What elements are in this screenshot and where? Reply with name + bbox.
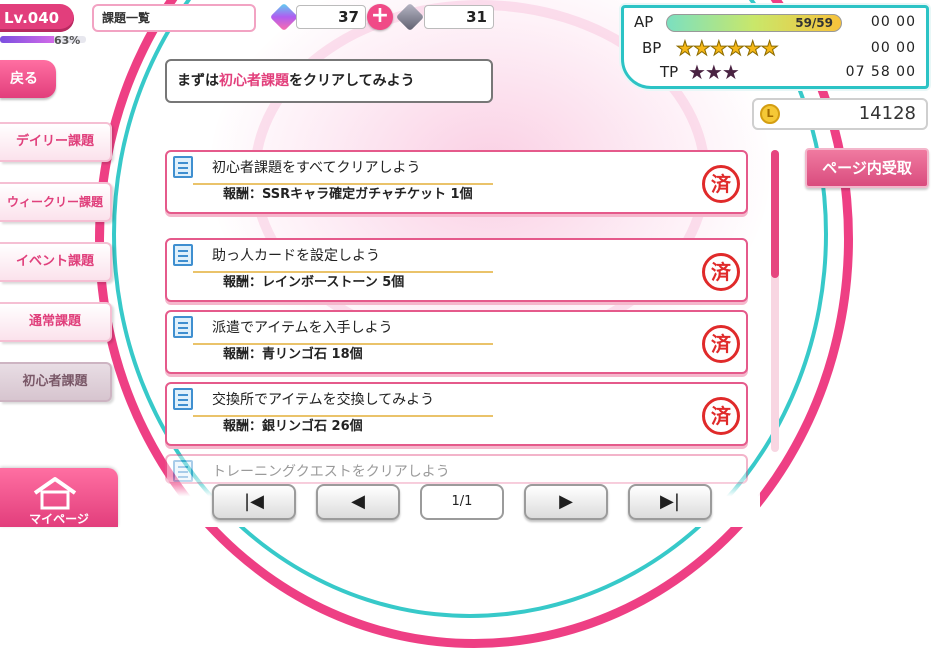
tab-normal[interactable]: 通常課題: [0, 302, 112, 342]
stamina-panel: AP 59/59 00 00 BP ★★★★★★ 00 00 TP ★★★ 07…: [621, 5, 929, 89]
document-icon: [173, 316, 193, 338]
tab-daily[interactable]: デイリー課題: [0, 122, 112, 162]
ap-recovery-time: 00 00: [870, 14, 916, 30]
house-icon: [33, 477, 77, 510]
completed-stamp-icon: 済: [702, 253, 740, 291]
screen-title: 課題一覧: [92, 4, 256, 32]
back-button[interactable]: 戻る: [0, 60, 56, 98]
scrollbar[interactable]: [771, 150, 779, 452]
mission-reward: 報酬：青リンゴ石 18個: [223, 347, 363, 362]
prev-page-button[interactable]: ◀: [316, 484, 400, 520]
divider: [193, 183, 493, 185]
bp-recovery-time: 00 00: [870, 40, 916, 56]
tp-recovery-time: 07 58 00: [845, 64, 916, 80]
mission-card[interactable]: 交換所でアイテムを交換してみよう 報酬：銀リンゴ石 26個 済: [165, 382, 748, 446]
ap-gauge: 59/59: [666, 14, 842, 32]
receive-all-button[interactable]: ページ内受取: [805, 148, 929, 188]
exp-bar-fill: [0, 36, 55, 43]
header-highlight: 初心者課題: [219, 73, 289, 89]
mission-title: 初心者課題をすべてクリアしよう: [212, 160, 421, 176]
document-icon: [173, 244, 193, 266]
tab-event[interactable]: イベント課題: [0, 242, 112, 282]
tp-stars: ★★★: [688, 60, 740, 84]
mission-title: 派遣でアイテムを入手しよう: [212, 320, 393, 336]
mission-card[interactable]: 助っ人カードを設定しよう 報酬：レインボーストーン 5個 済: [165, 238, 748, 302]
mission-title: 交換所でアイテムを交換してみよう: [212, 392, 435, 408]
gem-count: 37: [296, 5, 366, 29]
my-page-label: マイページ: [29, 512, 89, 526]
first-page-button[interactable]: |◀: [212, 484, 296, 520]
coin-counter: L 14128: [752, 98, 928, 130]
silver-gem-count: 31: [424, 5, 494, 29]
coin-icon: L: [760, 104, 780, 124]
completed-stamp-icon: 済: [702, 165, 740, 203]
mission-title: 助っ人カードを設定しよう: [212, 248, 380, 264]
my-page-button[interactable]: マイページ: [0, 468, 118, 527]
next-page-button[interactable]: ▶: [524, 484, 608, 520]
completed-stamp-icon: 済: [702, 397, 740, 435]
header-suffix: をクリアしてみよう: [289, 73, 415, 89]
exp-percent: 63%: [54, 34, 81, 47]
mission-reward: 報酬：銀リンゴ石 26個: [223, 419, 363, 434]
ap-label: AP: [634, 13, 654, 31]
divider: [193, 415, 493, 417]
coin-count: 14128: [858, 103, 916, 124]
document-icon: [173, 388, 193, 410]
divider: [193, 343, 493, 345]
document-icon: [173, 156, 193, 178]
scrollbar-thumb[interactable]: [771, 150, 779, 278]
tab-beginner[interactable]: 初心者課題: [0, 362, 112, 402]
mission-card[interactable]: 初心者課題をすべてクリアしよう 報酬：SSRキャラ確定ガチャチケット 1個 済: [165, 150, 748, 214]
bp-label: BP: [642, 39, 662, 57]
tab-weekly[interactable]: ウィークリー課題: [0, 182, 112, 222]
header-prefix: まずは: [177, 73, 219, 89]
mission-reward: 報酬：SSRキャラ確定ガチャチケット 1個: [223, 187, 473, 202]
level-badge: Lv.040: [0, 4, 74, 32]
mission-header: まずは初心者課題をクリアしてみよう: [165, 59, 493, 103]
tp-label: TP: [660, 63, 679, 81]
completed-stamp-icon: 済: [702, 325, 740, 363]
bp-stars: ★★★★★★: [676, 36, 780, 60]
last-page-button[interactable]: ▶|: [628, 484, 712, 520]
divider: [193, 271, 493, 273]
page-indicator: 1/1: [420, 484, 504, 520]
mission-card[interactable]: 派遣でアイテムを入手しよう 報酬：青リンゴ石 18個 済: [165, 310, 748, 374]
mission-reward: 報酬：レインボーストーン 5個: [223, 275, 405, 290]
buy-gems-button[interactable]: +: [367, 4, 393, 30]
